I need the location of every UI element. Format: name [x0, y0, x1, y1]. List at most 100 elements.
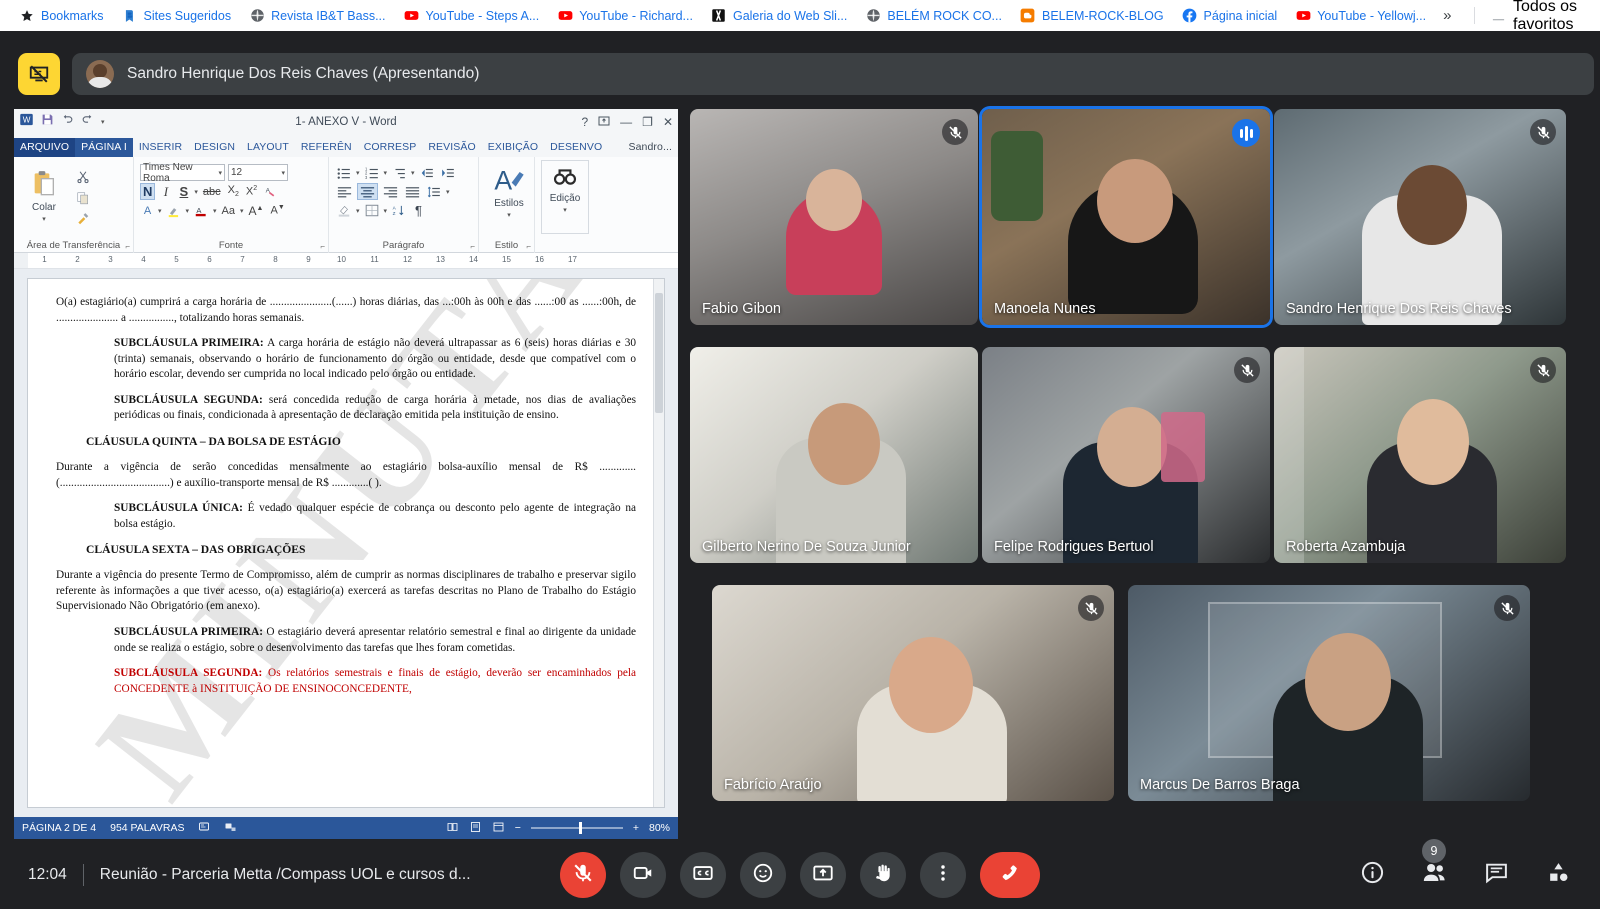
chevron-down-icon[interactable]: ▾: [42, 215, 46, 223]
format-painter-icon[interactable]: [74, 210, 92, 227]
align-left-icon[interactable]: [335, 183, 354, 200]
strikethrough-icon[interactable]: abc: [201, 183, 223, 200]
numbering-chevron-icon[interactable]: ▾: [384, 169, 388, 177]
zoom-out-button[interactable]: −: [515, 822, 521, 834]
present-button[interactable]: [800, 852, 846, 898]
change-case-chevron-icon[interactable]: ▾: [240, 207, 244, 215]
bold-icon[interactable]: N: [140, 183, 156, 200]
bookmarks-overflow-button[interactable]: »: [1435, 5, 1459, 26]
word-document-page[interactable]: MINUTA O(a) estagiário(a) cumprirá a car…: [28, 279, 664, 807]
word-tab-referencias[interactable]: REFERÊN: [295, 138, 358, 157]
chevron-down-icon[interactable]: ▾: [507, 211, 511, 219]
web-layout-icon[interactable]: [492, 821, 505, 836]
meeting-details-button[interactable]: [1352, 855, 1392, 895]
highlight-icon[interactable]: [165, 202, 183, 219]
grow-font-icon[interactable]: A▲: [247, 202, 266, 219]
bookmark-item-galeria-web-sli[interactable]: Galeria do Web Sli...: [702, 5, 856, 27]
proofing-icon[interactable]: [198, 821, 210, 836]
word-tab-arquivo[interactable]: ARQUIVO: [14, 138, 76, 157]
stop-presenting-icon[interactable]: [18, 53, 60, 95]
align-right-icon[interactable]: [381, 183, 400, 200]
activities-button[interactable]: [1538, 855, 1578, 895]
word-account-label[interactable]: Sandro...: [622, 138, 678, 157]
help-icon[interactable]: ?: [581, 115, 588, 129]
bookmark-item-sites-sugeridos[interactable]: Sites Sugeridos: [113, 5, 241, 27]
word-tab-design[interactable]: DESIGN: [188, 138, 241, 157]
bookmark-item-bookmarks[interactable]: Bookmarks: [10, 5, 113, 27]
font-color-icon[interactable]: A: [192, 202, 210, 219]
styles-button[interactable]: A Estilos ▾: [485, 160, 533, 234]
copy-icon[interactable]: [74, 189, 92, 206]
highlight-chevron-icon[interactable]: ▾: [186, 207, 190, 215]
bookmark-item-belem-rock-blog[interactable]: BELEM-ROCK-BLOG: [1011, 5, 1173, 27]
justify-icon[interactable]: [403, 183, 422, 200]
minimize-icon[interactable]: —: [620, 115, 632, 129]
video-tile-roberta-azambuja[interactable]: Roberta Azambuja: [1274, 347, 1566, 563]
all-favorites-label[interactable]: Todos os favoritos: [1513, 0, 1586, 34]
decrease-indent-icon[interactable]: [418, 164, 436, 181]
word-tab-desenvolvedor[interactable]: DESENVO: [544, 138, 608, 157]
leave-call-button[interactable]: [980, 852, 1040, 898]
video-tile-sandro-henrique[interactable]: Sandro Henrique Dos Reis Chaves: [1274, 109, 1566, 325]
bookmark-item-revista-ibt[interactable]: Revista IB&T Bass...: [240, 5, 394, 27]
word-tab-revisao[interactable]: REVISÃO: [422, 138, 481, 157]
word-tab-pagina-inicial[interactable]: PÁGINA I: [75, 138, 133, 157]
bookmark-item-youtube-richard[interactable]: YouTube - Richard...: [548, 5, 702, 27]
microphone-off-button[interactable]: [560, 852, 606, 898]
video-tile-fabricio-araujo[interactable]: Fabrício Araújo: [712, 585, 1114, 801]
print-layout-icon[interactable]: [469, 821, 482, 836]
close-icon[interactable]: ✕: [663, 115, 673, 129]
change-case-icon[interactable]: Aa: [220, 202, 237, 219]
camera-button[interactable]: [620, 852, 666, 898]
shrink-font-icon[interactable]: A▼: [268, 202, 286, 219]
shared-screen-stage[interactable]: W ▾ 1- ANEXO V - Word ? — ❐ ✕ ARQUIVO PÁ…: [14, 109, 678, 839]
video-tile-gilberto-nerino[interactable]: Gilberto Nerino De Souza Junior: [690, 347, 978, 563]
word-ruler[interactable]: 1 2 3 4 5 6 7 8 9 10 11 12 13 14 15 16 1: [14, 253, 678, 269]
font-name-input[interactable]: Times New Roma ▾: [140, 162, 225, 184]
multilevel-chevron-icon[interactable]: ▾: [411, 169, 415, 177]
dialog-launcher-icon[interactable]: ⌐: [320, 242, 325, 251]
captions-button[interactable]: [680, 852, 726, 898]
editing-button[interactable]: Edição ▾: [541, 160, 589, 234]
text-effects-chevron-icon[interactable]: ▾: [158, 207, 162, 215]
word-tab-exibicao[interactable]: EXIBIÇÃO: [482, 138, 544, 157]
font-size-input[interactable]: 12 ▾: [228, 164, 288, 181]
document-body[interactable]: O(a) estagiário(a) cumprirá a carga horá…: [28, 279, 664, 697]
more-options-button[interactable]: [920, 852, 966, 898]
word-tab-inserir[interactable]: INSERIR: [133, 138, 188, 157]
video-tile-marcus-de-barros-braga[interactable]: Marcus De Barros Braga: [1128, 585, 1530, 801]
superscript-icon[interactable]: X2: [244, 183, 259, 200]
word-count[interactable]: 954 PALAVRAS: [110, 822, 184, 834]
ribbon-options-icon[interactable]: [598, 115, 610, 130]
increase-indent-icon[interactable]: [439, 164, 457, 181]
line-spacing-chevron-icon[interactable]: ▾: [446, 188, 450, 196]
sort-icon[interactable]: AZ: [390, 202, 408, 219]
bullets-icon[interactable]: [335, 164, 353, 181]
paste-button[interactable]: Colar ▾: [20, 164, 68, 238]
chevron-down-icon[interactable]: ▾: [563, 206, 567, 214]
participants-button[interactable]: 9: [1414, 839, 1454, 895]
dialog-launcher-icon[interactable]: ⌐: [125, 242, 130, 251]
align-center-icon[interactable]: [357, 183, 378, 200]
reactions-button[interactable]: [740, 852, 786, 898]
page-indicator[interactable]: PÁGINA 2 DE 4: [22, 822, 96, 834]
video-tile-fabio-gibon[interactable]: Fabio Gibon: [690, 109, 978, 325]
font-color-chevron-icon[interactable]: ▾: [213, 207, 217, 215]
bullets-chevron-icon[interactable]: ▾: [356, 169, 360, 177]
subscript-icon[interactable]: X2: [226, 183, 241, 200]
multilevel-list-icon[interactable]: [390, 164, 408, 181]
word-tab-layout[interactable]: LAYOUT: [241, 138, 295, 157]
shading-chevron-icon[interactable]: ▾: [356, 207, 360, 215]
read-mode-icon[interactable]: [446, 821, 459, 836]
restore-icon[interactable]: ❐: [642, 115, 653, 129]
language-icon[interactable]: [224, 821, 237, 836]
video-tile-felipe-rodrigues[interactable]: Felipe Rodrigues Bertuol: [982, 347, 1270, 563]
line-spacing-icon[interactable]: [425, 183, 443, 200]
show-marks-icon[interactable]: ¶: [411, 202, 426, 219]
underline-chevron-icon[interactable]: ▾: [194, 188, 198, 196]
cut-icon[interactable]: [74, 168, 92, 185]
borders-icon[interactable]: [363, 202, 381, 219]
borders-chevron-icon[interactable]: ▾: [384, 207, 388, 215]
word-tab-correspondencias[interactable]: CORRESP: [358, 138, 423, 157]
numbering-icon[interactable]: 123: [363, 164, 381, 181]
